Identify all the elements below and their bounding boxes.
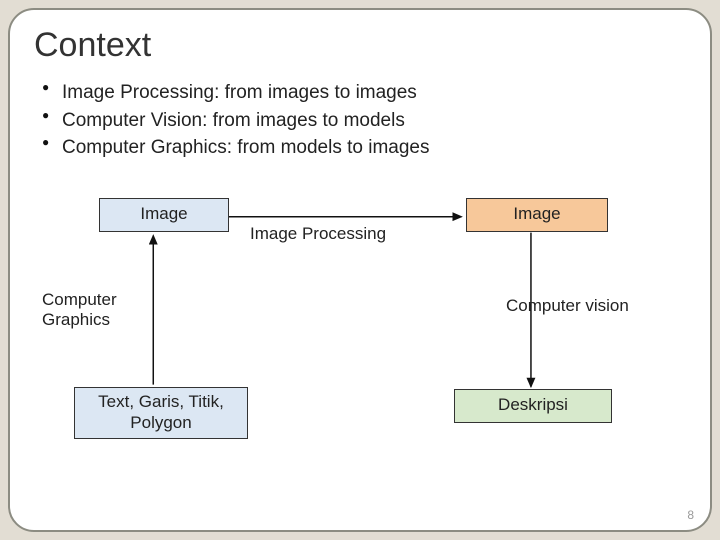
label-computer-graphics: Computer Graphics bbox=[42, 290, 117, 330]
label-computer-vision: Computer vision bbox=[506, 296, 629, 316]
page-number: 8 bbox=[687, 508, 694, 522]
slide-card: Context Image Processing: from images to… bbox=[8, 8, 712, 532]
box-image-right: Image bbox=[466, 198, 608, 232]
bullet-item: Computer Vision: from images to models bbox=[42, 107, 686, 135]
box-primitives: Text, Garis, Titik, Polygon bbox=[74, 387, 248, 439]
bullet-list: Image Processing: from images to images … bbox=[42, 79, 686, 162]
context-diagram: Image Image Text, Garis, Titik, Polygon … bbox=[34, 192, 686, 472]
slide-title: Context bbox=[34, 26, 686, 65]
box-description: Deskripsi bbox=[454, 389, 612, 423]
bullet-item: Image Processing: from images to images bbox=[42, 79, 686, 107]
bullet-item: Computer Graphics: from models to images bbox=[42, 134, 686, 162]
label-image-processing: Image Processing bbox=[250, 224, 386, 244]
box-image-left: Image bbox=[99, 198, 229, 232]
